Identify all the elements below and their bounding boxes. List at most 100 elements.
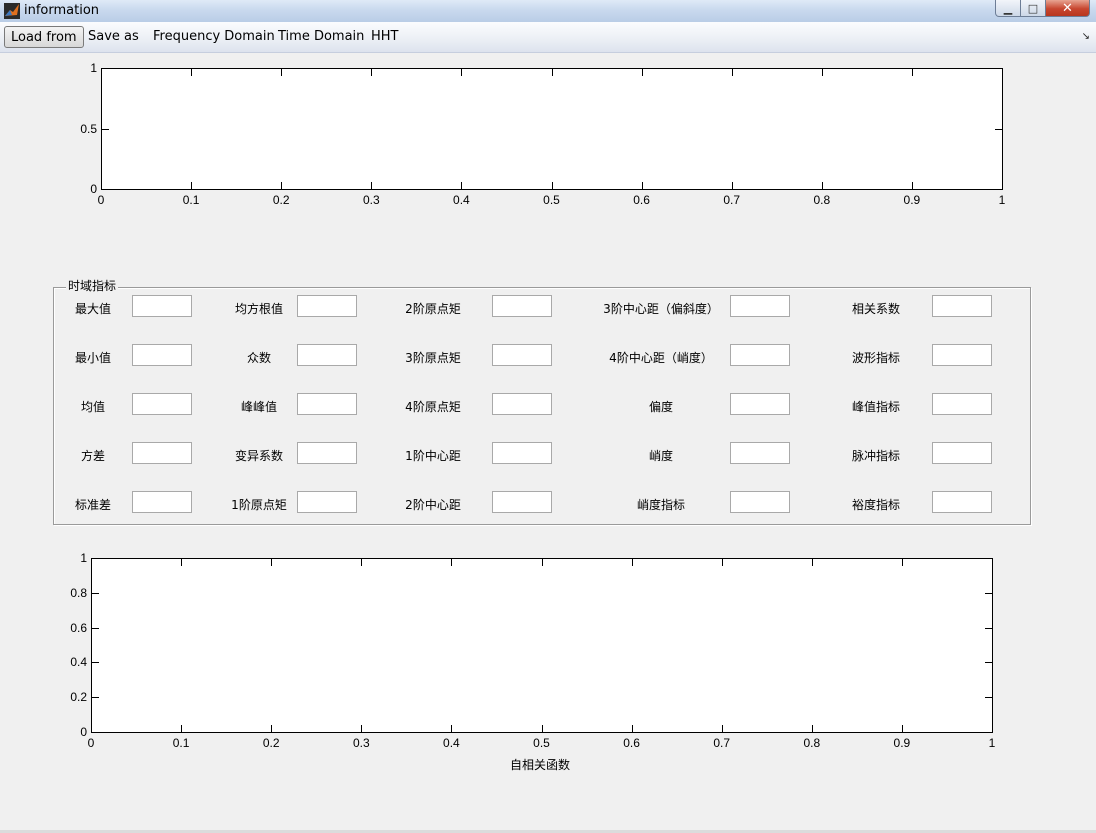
top-xtick xyxy=(551,68,553,76)
indicator-label: 变异系数 xyxy=(234,449,284,463)
top-ytick xyxy=(101,128,109,130)
bottom-xtick xyxy=(541,725,543,733)
top-ytick xyxy=(995,128,1003,130)
indicator-value-field[interactable] xyxy=(132,491,192,513)
top-xtick-label: 0.2 xyxy=(272,193,290,207)
indicator-value-field[interactable] xyxy=(132,344,192,366)
top-ytick-label: 0 xyxy=(90,182,97,196)
matlab-logo-icon xyxy=(4,3,20,19)
bottom-ytick xyxy=(985,592,993,594)
indicator-value-field[interactable] xyxy=(932,295,992,317)
minimize-button[interactable]: ▁ xyxy=(995,0,1021,17)
maximize-button[interactable]: □ xyxy=(1021,0,1046,17)
bottom-ytick-label: 0 xyxy=(80,725,87,739)
close-button[interactable]: ✕ xyxy=(1046,0,1090,17)
indicator-label: 峭度 xyxy=(648,449,674,463)
top-plot-axes[interactable] xyxy=(101,68,1003,190)
bottom-xtick-label: 0.1 xyxy=(172,736,190,750)
top-xtick xyxy=(731,68,733,76)
bottom-xtick xyxy=(271,725,273,733)
indicator-label: 4阶中心距（峭度） xyxy=(609,351,713,365)
bottom-xtick-label: 0.7 xyxy=(713,736,731,750)
bottom-ytick xyxy=(985,662,993,664)
indicator-value-field[interactable] xyxy=(492,344,552,366)
bottom-ytick-label: 0.8 xyxy=(70,585,87,600)
indicator-value-field[interactable] xyxy=(730,295,790,317)
indicator-value-field[interactable] xyxy=(492,491,552,513)
indicator-value-field[interactable] xyxy=(730,491,790,513)
indicator-value-field[interactable] xyxy=(492,442,552,464)
indicator-value-field[interactable] xyxy=(492,393,552,415)
indicator-value-field[interactable] xyxy=(297,295,357,317)
top-xtick-label: 0.8 xyxy=(813,193,831,207)
time-domain-button[interactable]: Time Domain xyxy=(272,26,370,48)
indicator-label: 最小值 xyxy=(74,351,112,365)
indicator-label: 2阶中心距 xyxy=(405,498,461,512)
indicator-value-field[interactable] xyxy=(932,491,992,513)
bottom-ytick-label: 0.6 xyxy=(70,620,87,635)
bottom-xtick-label: 1 xyxy=(988,736,996,750)
indicator-label: 均方根值 xyxy=(234,302,284,316)
indicator-value-field[interactable] xyxy=(132,393,192,415)
toolbar-overflow-icon[interactable]: ↘ xyxy=(1082,31,1090,42)
top-xtick xyxy=(371,68,373,76)
indicator-value-field[interactable] xyxy=(132,442,192,464)
top-xtick xyxy=(731,182,733,190)
top-xtick-label: 0.6 xyxy=(633,193,650,207)
bottom-plot-axes[interactable] xyxy=(91,558,993,733)
save-as-button[interactable]: Save as xyxy=(82,26,145,48)
indicator-label: 1阶中心距 xyxy=(405,449,461,463)
indicator-value-field[interactable] xyxy=(932,344,992,366)
bottom-xtick xyxy=(181,558,183,566)
indicator-label: 众数 xyxy=(246,351,272,365)
top-xtick xyxy=(641,182,643,190)
bottom-xtick xyxy=(271,558,273,566)
indicator-label: 相关系数 xyxy=(851,302,901,316)
bottom-ytick xyxy=(91,592,99,594)
top-ytick-label: 0.5 xyxy=(80,121,97,136)
indicator-label: 4阶原点矩 xyxy=(405,400,461,414)
bottom-ytick-label: 0.2 xyxy=(70,690,87,705)
bottom-xtick-label: 0.3 xyxy=(352,736,370,750)
indicator-label: 1阶原点矩 xyxy=(231,498,287,512)
bottom-ytick xyxy=(91,627,99,629)
indicator-label: 均值 xyxy=(80,400,106,414)
frequency-domain-button[interactable]: Frequency Domain xyxy=(147,26,281,48)
indicator-value-field[interactable] xyxy=(932,393,992,415)
close-icon: ✕ xyxy=(1062,0,1073,16)
bottom-xtick-label: 0.4 xyxy=(443,736,460,750)
indicator-value-field[interactable] xyxy=(297,491,357,513)
load-from-button[interactable]: Load from xyxy=(4,26,84,48)
indicator-label: 方差 xyxy=(80,449,106,463)
top-xtick xyxy=(191,182,193,190)
indicator-value-field[interactable] xyxy=(730,393,790,415)
indicator-label: 脉冲指标 xyxy=(851,449,901,463)
indicator-value-field[interactable] xyxy=(932,442,992,464)
top-xtick xyxy=(461,182,463,190)
minimize-icon: ▁ xyxy=(1003,1,1013,15)
window-title: information xyxy=(24,3,100,18)
indicator-value-field[interactable] xyxy=(297,393,357,415)
bottom-xtick xyxy=(811,725,813,733)
bottom-xtick-label: 0.9 xyxy=(893,736,911,750)
indicator-value-field[interactable] xyxy=(297,442,357,464)
bottom-xtick xyxy=(721,725,723,733)
bottom-plot-xlabel: 自相关函数 xyxy=(510,758,571,772)
hht-button[interactable]: HHT xyxy=(365,26,405,48)
indicator-value-field[interactable] xyxy=(132,295,192,317)
indicator-value-field[interactable] xyxy=(730,344,790,366)
indicator-label: 峰值指标 xyxy=(851,400,901,414)
indicator-value-field[interactable] xyxy=(730,442,790,464)
bottom-xtick xyxy=(631,558,633,566)
top-xtick xyxy=(281,182,283,190)
top-xtick-label: 0.9 xyxy=(903,193,921,207)
indicator-value-field[interactable] xyxy=(492,295,552,317)
bottom-xtick xyxy=(451,725,453,733)
bottom-xtick-label: 0.6 xyxy=(623,736,640,750)
top-xtick xyxy=(821,68,823,76)
indicator-value-field[interactable] xyxy=(297,344,357,366)
bottom-xtick xyxy=(181,725,183,733)
top-xtick-label: 0.7 xyxy=(723,193,741,207)
bottom-xtick-label: 0.8 xyxy=(803,736,821,750)
top-xtick-label: 0.3 xyxy=(362,193,380,207)
